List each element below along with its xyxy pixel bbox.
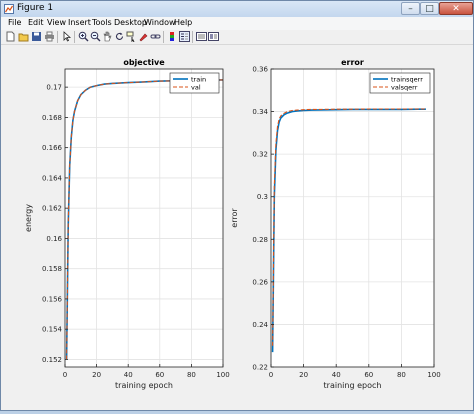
- window-title: Figure 1: [17, 3, 54, 13]
- maximize-button[interactable]: □: [420, 2, 439, 15]
- menu-bar: File Edit View Insert Tools Desktop Wind…: [1, 17, 473, 30]
- menu-edit[interactable]: Edit: [28, 18, 44, 27]
- y-tick-label: 0.36: [252, 66, 268, 74]
- menu-window[interactable]: Window: [144, 18, 176, 27]
- link-icon[interactable]: [150, 31, 161, 42]
- rotate-icon[interactable]: [114, 31, 125, 42]
- pan-icon[interactable]: [102, 31, 113, 42]
- menu-desktop[interactable]: Desktop: [114, 18, 147, 27]
- y-tick-label: 0.16: [46, 235, 62, 243]
- zoom-in-icon[interactable]: [78, 31, 89, 42]
- x-tick-label: 0: [269, 371, 273, 379]
- toolbar: [1, 30, 473, 45]
- y-tick-label: 0.26: [252, 278, 268, 286]
- x-tick-label: 40: [124, 371, 133, 379]
- x-axis-label: training epoch: [115, 381, 173, 390]
- axes-title: error: [341, 58, 364, 67]
- print-icon[interactable]: [44, 31, 55, 42]
- y-tick-label: 0.34: [252, 108, 268, 116]
- y-tick-label: 0.28: [252, 236, 268, 244]
- zoom-out-icon[interactable]: [90, 31, 101, 42]
- figure-canvas: 0 20 40 60 80 100 0.152 0.154 0.156 0.158 0.16 0.16…: [2, 45, 473, 410]
- y-tick-label: 0.152: [42, 356, 62, 364]
- x-tick-label: 100: [427, 371, 440, 379]
- y-tick-label: 0.158: [42, 265, 62, 273]
- toolbar-separator: [163, 31, 164, 43]
- legend-label-valsqerr: valsqerr: [391, 83, 418, 91]
- matlab-figure-icon: [4, 4, 14, 14]
- y-tick-label: 0.17: [46, 84, 62, 92]
- menu-insert[interactable]: Insert: [68, 18, 91, 27]
- legend-icon[interactable]: [179, 31, 190, 42]
- x-tick-label: 0: [63, 371, 67, 379]
- y-tick-label: 0.162: [42, 205, 62, 213]
- y-tick-label: 0.168: [42, 114, 62, 122]
- brush-icon[interactable]: [138, 31, 149, 42]
- axes-objective[interactable]: 0 20 40 60 80 100 0.152 0.154 0.156 0.158 0.16 0.16…: [24, 58, 230, 390]
- show-plot-tools-icon[interactable]: [208, 31, 219, 42]
- legend[interactable]: trainsqerrvalsqerr: [369, 72, 431, 94]
- close-button[interactable]: ✕: [439, 2, 473, 15]
- x-tick-label: 60: [155, 371, 164, 379]
- y-tick-label: 0.156: [42, 295, 63, 303]
- x-tick-label: 20: [299, 371, 308, 379]
- x-tick-label: 60: [364, 371, 373, 379]
- legend-label-trainsqerr: trainsqerr: [391, 75, 423, 83]
- plot-area: [271, 69, 434, 367]
- save-icon[interactable]: [31, 31, 42, 42]
- x-tick-label: 100: [216, 371, 229, 379]
- colorbar-icon[interactable]: [167, 31, 178, 42]
- y-tick-label: 0.164: [42, 174, 63, 182]
- new-figure-icon[interactable]: [5, 31, 16, 42]
- y-tick-label: 0.24: [252, 321, 268, 329]
- legend-label-train: train: [191, 75, 206, 83]
- figure-window: Figure 1 – □ ✕ File Edit View Insert Too…: [0, 0, 474, 411]
- axes-title: objective: [123, 58, 165, 67]
- x-tick-label: 20: [92, 371, 101, 379]
- y-axis-label: energy: [24, 204, 33, 232]
- y-tick-label: 0.166: [42, 144, 63, 152]
- plots-svg: 0 20 40 60 80 100 0.152 0.154 0.156 0.158 0.16 0.16…: [24, 58, 441, 390]
- legend[interactable]: trainval: [169, 72, 220, 94]
- x-tick-label: 80: [187, 371, 196, 379]
- menu-tools[interactable]: Tools: [92, 18, 112, 27]
- pointer-icon[interactable]: [61, 31, 72, 42]
- y-tick-label: 0.3: [257, 193, 268, 201]
- legend-label-val: val: [191, 83, 201, 91]
- y-tick-label: 0.154: [42, 326, 63, 334]
- menu-help[interactable]: Help: [174, 18, 192, 27]
- toolbar-separator: [57, 31, 58, 43]
- y-axis-label: error: [230, 208, 239, 228]
- data-cursor-icon[interactable]: [126, 31, 137, 42]
- x-axis-label: training epoch: [324, 381, 382, 390]
- plot-area: [65, 69, 223, 367]
- y-tick-label: 0.32: [252, 151, 268, 159]
- menu-file[interactable]: File: [8, 18, 21, 27]
- toolbar-separator: [192, 31, 193, 43]
- title-bar[interactable]: Figure 1 – □ ✕: [1, 1, 473, 18]
- toolbar-separator: [74, 31, 75, 43]
- x-tick-label: 40: [332, 371, 341, 379]
- open-file-icon[interactable]: [18, 31, 29, 42]
- hide-plot-tools-icon[interactable]: [196, 31, 207, 42]
- menu-view[interactable]: View: [47, 18, 66, 27]
- y-tick-label: 0.22: [252, 364, 268, 372]
- axes-error[interactable]: 0 20 40 60 80 100 0.22 0.24 0.26 0.28 0.3 0.32 0.34 0…: [230, 58, 441, 390]
- minimize-button[interactable]: –: [401, 2, 420, 15]
- x-tick-label: 80: [397, 371, 406, 379]
